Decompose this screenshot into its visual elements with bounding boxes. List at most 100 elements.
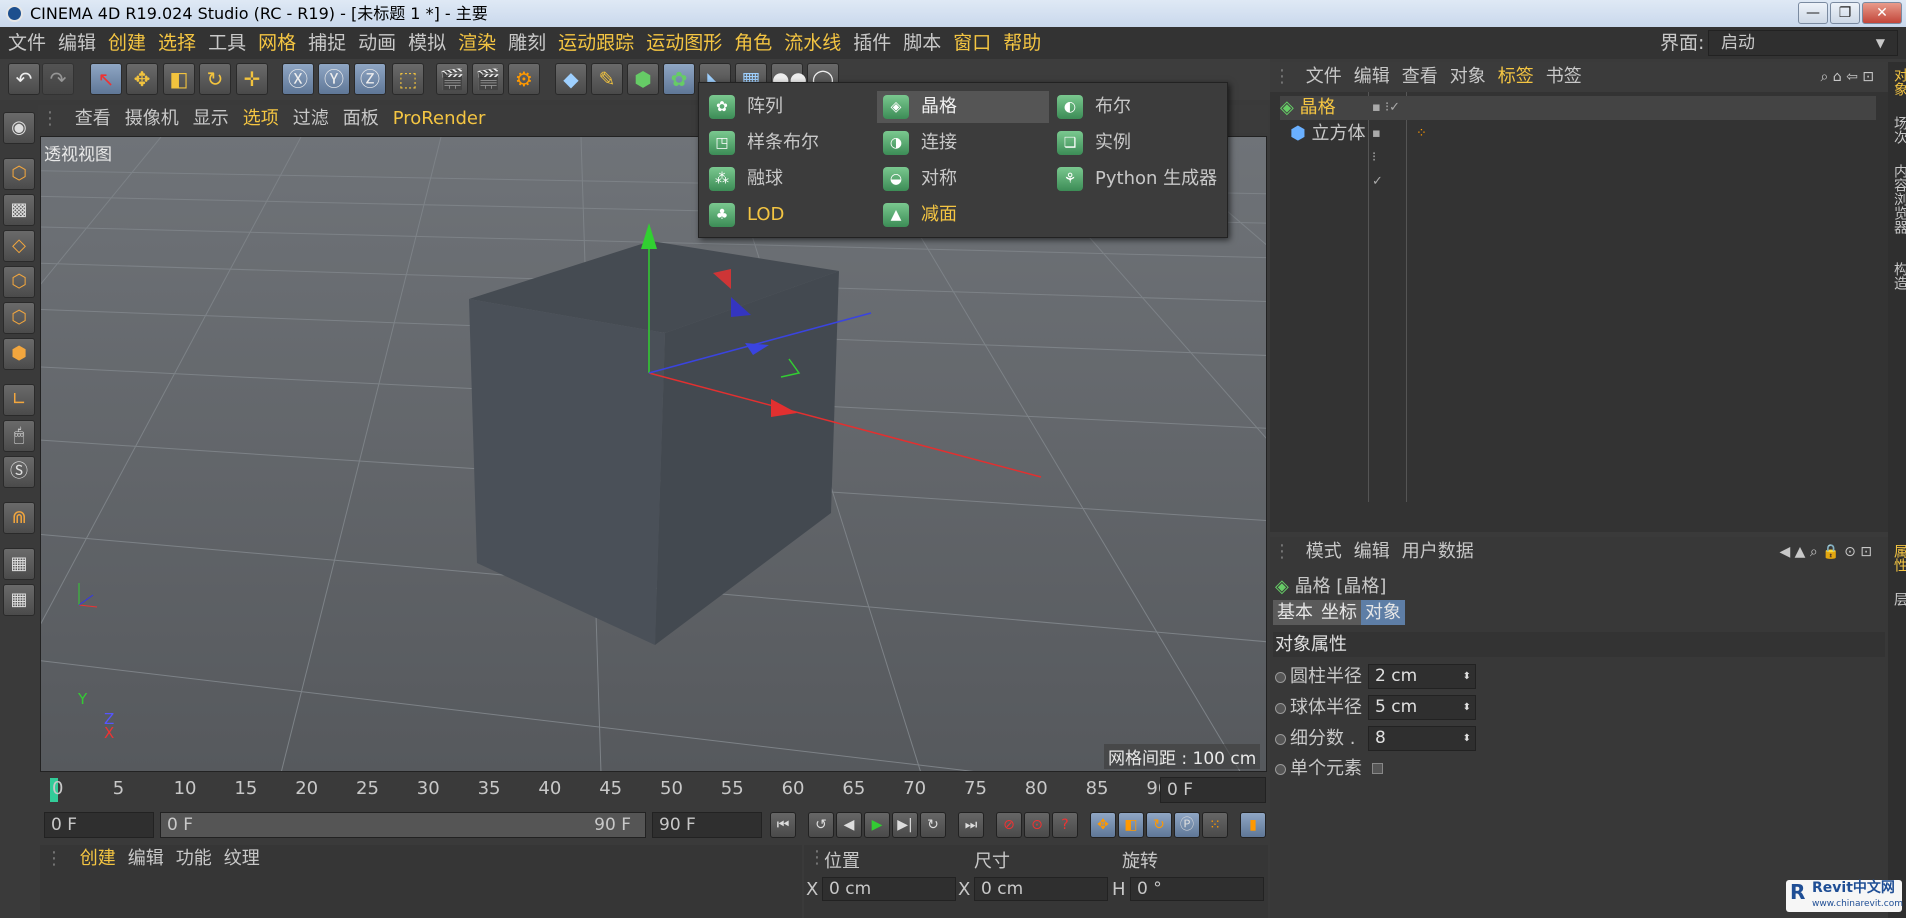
menu-item-8[interactable]: 模拟 — [402, 27, 452, 59]
vp-menu-camera[interactable]: 摄像机 — [118, 105, 186, 133]
popup-item-symmetry[interactable]: ◒ 对称 — [877, 163, 1049, 195]
make-editable-icon[interactable]: ◉ — [3, 112, 35, 144]
array-generator-button[interactable]: ✿ — [663, 63, 695, 95]
am-menu-mode[interactable]: 模式 — [1300, 537, 1348, 567]
y-axis-lock-button[interactable]: Ⓨ — [318, 63, 350, 95]
rotate-tool-button[interactable]: ↻ — [199, 63, 231, 95]
vp-menu-prorender[interactable]: ProRender — [386, 105, 493, 133]
tab-coord[interactable]: 坐标 — [1317, 600, 1361, 625]
object-row-lattice[interactable]: ◈ 晶格 ▪ ⁝✓ — [1280, 96, 1876, 120]
single-element-checkbox[interactable] — [1372, 763, 1383, 774]
frame-range-slider[interactable]: 0 F 90 F — [160, 812, 646, 838]
subdivision-field[interactable]: 8 ⬍ — [1368, 726, 1476, 751]
pen-spline-button[interactable]: ✎ — [591, 63, 623, 95]
animate-radio[interactable] — [1275, 702, 1286, 714]
next-frame-icon[interactable]: ▶| — [892, 812, 918, 838]
z-axis-lock-button[interactable]: Ⓩ — [354, 63, 386, 95]
popup-item-connect[interactable]: ◑ 连接 — [877, 127, 1049, 159]
go-to-end-icon[interactable]: ⏭ — [958, 812, 984, 838]
visibility-toggle-icon[interactable]: ▪ ⁝✓ — [1372, 122, 1383, 194]
om-menu-objects[interactable]: 对象 — [1444, 62, 1492, 92]
popup-item-spline-mask[interactable]: ◳ 样条布尔 — [703, 127, 873, 159]
key-rotation-icon[interactable]: ↻ — [1146, 812, 1172, 838]
key-pla-icon[interactable]: ⁙ — [1202, 812, 1228, 838]
drag-handle-icon[interactable]: ⋮ — [40, 848, 68, 869]
drag-handle-icon[interactable]: ⋮ — [1270, 537, 1294, 567]
render-settings-button[interactable]: ⚙ — [508, 63, 540, 95]
workplane-align-icon[interactable]: ▦ — [3, 584, 35, 616]
vp-menu-panel[interactable]: 面板 — [336, 105, 386, 133]
key-scale-icon[interactable]: ◧ — [1118, 812, 1144, 838]
cube-object-button[interactable]: ◆ — [555, 63, 587, 95]
om-header-tools-icon[interactable]: ⌕ ⌂ ⇦ ⊡ — [1814, 62, 1880, 92]
rot-h-field[interactable]: 0 ° — [1130, 877, 1264, 901]
menu-item-12[interactable]: 运动图形 — [640, 27, 728, 59]
cylinder-radius-field[interactable]: 2 cm ⬍ — [1368, 664, 1476, 689]
texture-mode-icon[interactable]: ▩ — [3, 194, 35, 226]
end-frame-field[interactable]: 90 F — [652, 812, 762, 838]
animate-radio[interactable] — [1275, 763, 1286, 775]
drag-handle-icon[interactable]: ⋮ — [1270, 62, 1294, 92]
phong-tag-icon[interactable]: ⁘ — [1416, 122, 1427, 146]
subdivision-button[interactable]: ⬢ — [627, 63, 659, 95]
go-to-start-icon[interactable]: ⏮ — [770, 812, 796, 838]
menu-item-17[interactable]: 窗口 — [947, 27, 997, 59]
mm-menu-texture[interactable]: 纹理 — [218, 848, 266, 869]
visibility-toggle-icon[interactable]: ▪ ⁝✓ — [1372, 96, 1400, 120]
sphere-radius-field[interactable]: 5 cm ⬍ — [1368, 695, 1476, 720]
pos-x-field[interactable]: 0 cm — [822, 877, 956, 901]
mm-menu-function[interactable]: 功能 — [170, 848, 218, 869]
timeline-ruler[interactable]: 0 5 10 15 20 25 30 35 40 45 50 55 60 65 70 75 80 85 90 0 F — [40, 775, 1270, 805]
om-menu-edit[interactable]: 编辑 — [1348, 62, 1396, 92]
tab-object[interactable]: 对象 — [1361, 600, 1405, 625]
side-tab-takes[interactable]: 场次 — [1890, 116, 1906, 144]
stepper-icon[interactable]: ⬍ — [1463, 665, 1471, 688]
coordinate-system-button[interactable]: ⬚ — [392, 63, 424, 95]
start-frame-field[interactable]: 0 F — [44, 812, 154, 838]
menu-item-0[interactable]: 文件 — [2, 27, 52, 59]
menu-item-15[interactable]: 插件 — [847, 27, 897, 59]
layout-select[interactable]: 启动 ▼ — [1708, 30, 1898, 56]
animate-radio[interactable] — [1275, 671, 1286, 683]
workplane-lock-icon[interactable]: ▦ — [3, 548, 35, 580]
minimize-button[interactable]: — — [1798, 2, 1828, 24]
record-active-icon[interactable]: ⊘ — [996, 812, 1022, 838]
timeline-window-icon[interactable]: ▮ — [1240, 812, 1266, 838]
popup-item-lod[interactable]: ♣ LOD — [703, 199, 873, 231]
points-mode-icon[interactable]: ⬡ — [3, 266, 35, 298]
menu-item-18[interactable]: 帮助 — [997, 27, 1047, 59]
mm-menu-create[interactable]: 创建 — [74, 848, 122, 869]
edges-mode-icon[interactable]: ⬡ — [3, 302, 35, 334]
popup-item-python-generator[interactable]: ⚘ Python 生成器 — [1051, 163, 1227, 195]
menu-item-6[interactable]: 捕捉 — [302, 27, 352, 59]
stepper-icon[interactable]: ⬍ — [1463, 696, 1471, 719]
side-tab-attributes[interactable]: 属性 — [1890, 544, 1906, 572]
menu-item-5[interactable]: 网格 — [252, 27, 302, 59]
side-tab-structure[interactable]: 构造 — [1890, 262, 1906, 290]
vp-menu-filter[interactable]: 过滤 — [286, 105, 336, 133]
menu-item-7[interactable]: 动画 — [352, 27, 402, 59]
next-key-icon[interactable]: ↻ — [920, 812, 946, 838]
axis-mode-icon[interactable]: ∟ — [3, 384, 35, 416]
model-mode-icon[interactable]: ⬡ — [3, 158, 35, 190]
workplane-mode-icon[interactable]: ◇ — [3, 230, 35, 262]
render-view-button[interactable]: 🎬 — [436, 63, 468, 95]
x-axis-lock-button[interactable]: Ⓧ — [282, 63, 314, 95]
vp-menu-view[interactable]: 查看 — [68, 105, 118, 133]
vp-menu-display[interactable]: 显示 — [186, 105, 236, 133]
maximize-button[interactable]: ❐ — [1830, 2, 1860, 24]
cube-object[interactable] — [469, 241, 839, 645]
om-menu-bookmarks[interactable]: 书签 — [1540, 62, 1588, 92]
menu-item-16[interactable]: 脚本 — [897, 27, 947, 59]
menu-item-14[interactable]: 流水线 — [778, 27, 847, 59]
vp-menu-options[interactable]: 选项 — [236, 105, 286, 133]
current-frame-field[interactable]: 0 F — [1160, 777, 1266, 803]
play-icon[interactable]: ▶ — [864, 812, 890, 838]
side-tab-content-browser[interactable]: 内容浏览器 — [1890, 164, 1906, 234]
popup-item-instance[interactable]: ❏ 实例 — [1051, 127, 1221, 159]
popup-item-boole[interactable]: ◐ 布尔 — [1051, 91, 1221, 123]
scale-tool-button[interactable]: ◧ — [163, 63, 195, 95]
object-row-cube[interactable]: ⬢ 立方体 ▪ ⁝✓ ⁘ — [1290, 122, 1427, 189]
previous-key-icon[interactable]: ↺ — [808, 812, 834, 838]
menu-item-11[interactable]: 运动跟踪 — [552, 27, 640, 59]
